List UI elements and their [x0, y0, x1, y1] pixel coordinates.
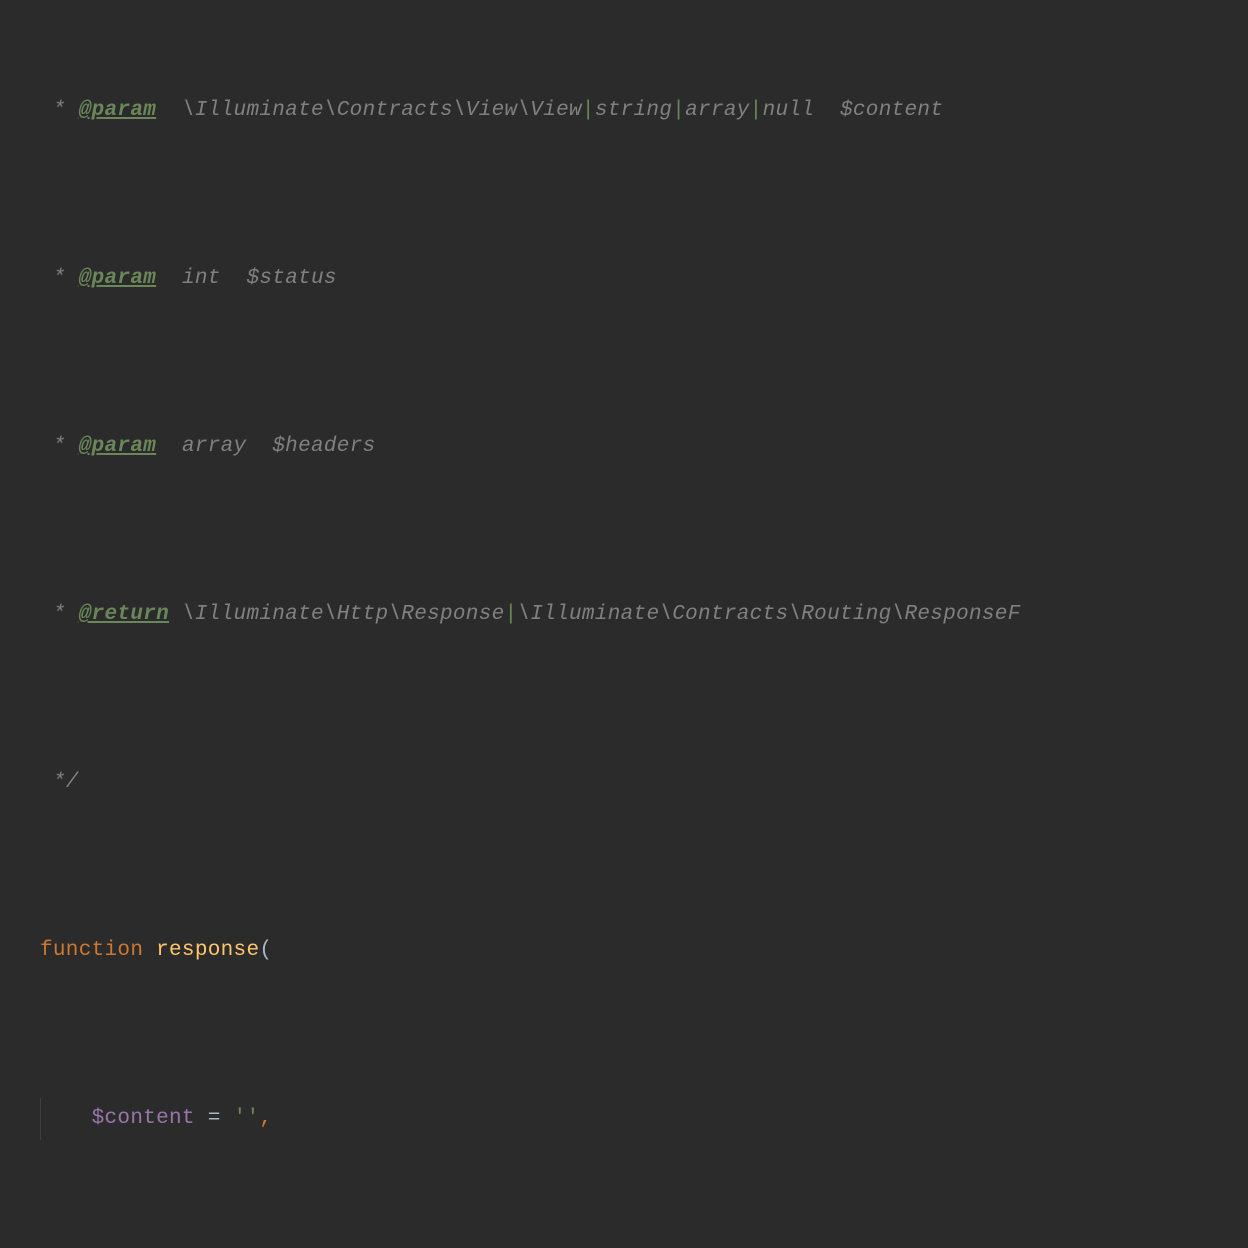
- paren-open: (: [259, 939, 272, 962]
- phpdoc-text: [221, 267, 247, 290]
- phpdoc-type: \Illuminate\Contracts\View\View: [182, 99, 582, 122]
- string-literal: '': [234, 1107, 260, 1130]
- phpdoc-type: array: [685, 99, 750, 122]
- type-separator: |: [582, 99, 595, 122]
- space: [143, 939, 156, 962]
- variable: $content: [92, 1107, 195, 1130]
- function-name: response: [156, 939, 259, 962]
- phpdoc-var: $content: [840, 99, 943, 122]
- code-line[interactable]: function response(: [0, 930, 1248, 972]
- phpdoc-var: $headers: [272, 435, 375, 458]
- type-separator: |: [672, 99, 685, 122]
- comment-text: *: [40, 267, 79, 290]
- comment-text: *: [40, 435, 79, 458]
- phpdoc-type: string: [595, 99, 672, 122]
- phpdoc-tag: @param: [79, 435, 156, 458]
- phpdoc-text: [156, 99, 182, 122]
- phpdoc-text: [814, 99, 840, 122]
- phpdoc-type: int: [182, 267, 221, 290]
- code-line[interactable]: * @param \Illuminate\Contracts\View\View…: [0, 90, 1248, 132]
- phpdoc-type: \Illuminate\Contracts\Routing\ResponseF: [517, 603, 1020, 626]
- code-line[interactable]: */: [0, 762, 1248, 804]
- type-separator: |: [750, 99, 763, 122]
- code-line[interactable]: * @param int $status: [0, 258, 1248, 300]
- type-separator: |: [505, 603, 518, 626]
- phpdoc-text: [156, 267, 182, 290]
- phpdoc-type: array: [182, 435, 247, 458]
- phpdoc-tag: @param: [79, 99, 156, 122]
- phpdoc-text: [169, 603, 182, 626]
- phpdoc-tag: @return: [79, 603, 169, 626]
- assign-op: =: [195, 1107, 234, 1130]
- indent: [40, 1107, 92, 1130]
- code-editor[interactable]: * @param \Illuminate\Contracts\View\View…: [0, 0, 1248, 1248]
- comment-end: */: [40, 771, 79, 794]
- keyword-function: function: [40, 939, 143, 962]
- comma: ,: [259, 1107, 272, 1130]
- phpdoc-tag: @param: [79, 267, 156, 290]
- code-line[interactable]: * @return \Illuminate\Http\Response|\Ill…: [0, 594, 1248, 636]
- phpdoc-type: null: [763, 99, 815, 122]
- phpdoc-text: [156, 435, 182, 458]
- code-line[interactable]: $content = '',: [0, 1098, 1248, 1140]
- phpdoc-var: $status: [246, 267, 336, 290]
- comment-text: *: [40, 99, 79, 122]
- comment-text: *: [40, 603, 79, 626]
- phpdoc-type: \Illuminate\Http\Response: [182, 603, 505, 626]
- phpdoc-text: [246, 435, 272, 458]
- code-line[interactable]: * @param array $headers: [0, 426, 1248, 468]
